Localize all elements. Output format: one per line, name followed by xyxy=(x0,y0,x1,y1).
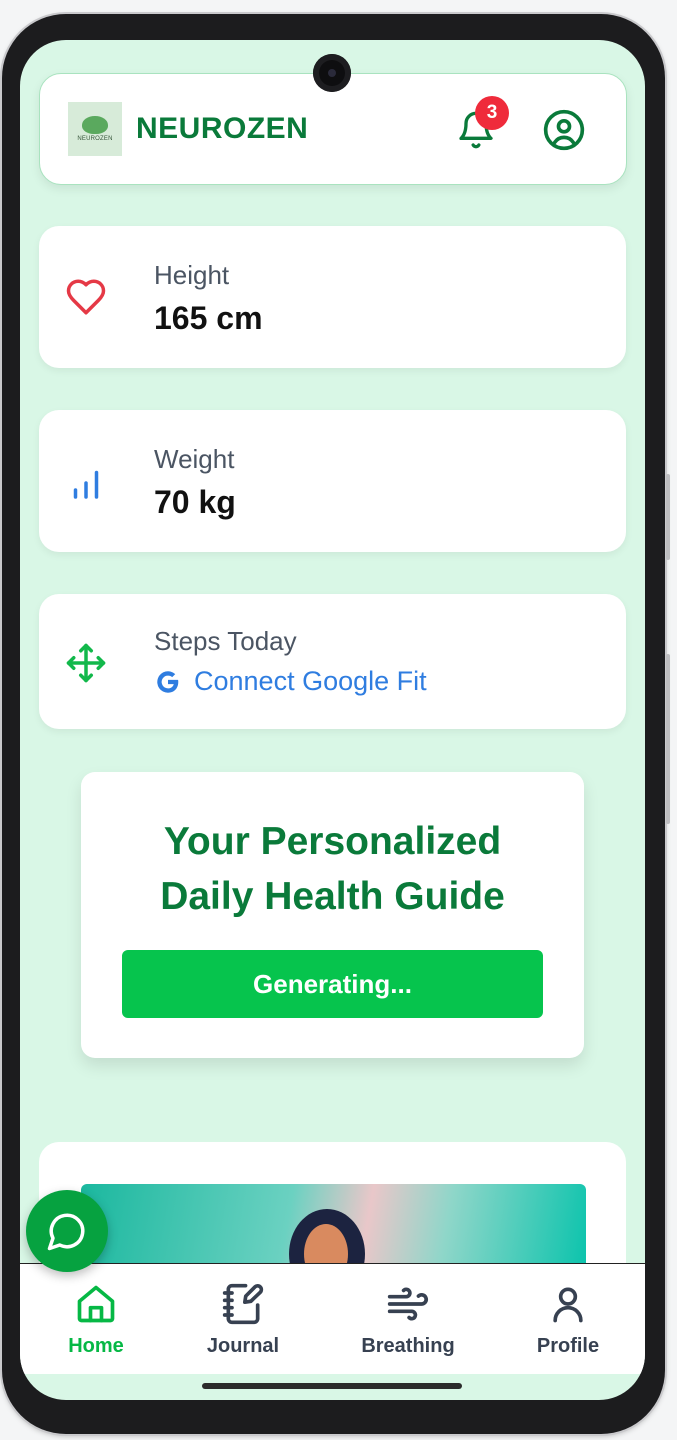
health-guide-card: Your Personalized Daily Health Guide Gen… xyxy=(81,772,584,1058)
generate-guide-button[interactable]: Generating... xyxy=(122,950,543,1018)
weight-value: 70 kg xyxy=(154,484,236,520)
volume-button xyxy=(666,474,670,560)
wind-icon xyxy=(387,1287,429,1321)
app-title: NEUROZEN xyxy=(136,112,309,145)
google-icon xyxy=(157,670,179,693)
bar-chart-icon xyxy=(73,470,99,499)
account-icon[interactable] xyxy=(542,108,586,152)
tab-journal[interactable]: Journal xyxy=(183,1282,303,1358)
app-logo[interactable]: NEUROZEN xyxy=(68,102,122,156)
move-icon xyxy=(66,643,106,683)
guide-title-line1: Your Personalized xyxy=(163,820,502,863)
tab-profile[interactable]: Profile xyxy=(508,1282,628,1358)
logo-text: NEUROZEN xyxy=(77,136,113,142)
home-icon xyxy=(77,1285,115,1323)
notification-badge: 3 xyxy=(475,96,509,130)
tab-breathing-label: Breathing xyxy=(361,1335,455,1357)
steps-card: Steps Today Connect Google Fit xyxy=(39,594,626,729)
weight-label: Weight xyxy=(154,444,235,474)
heart-icon xyxy=(66,279,106,315)
message-circle-icon xyxy=(47,1213,85,1251)
tab-journal-label: Journal xyxy=(206,1335,280,1357)
height-label: Height xyxy=(154,260,230,290)
tab-home-label: Home xyxy=(68,1335,124,1357)
brain-icon xyxy=(82,116,108,134)
home-indicator xyxy=(202,1383,462,1389)
height-value: 165 cm xyxy=(154,300,263,336)
tab-breathing[interactable]: Breathing xyxy=(348,1282,468,1358)
guide-title-line2: Daily Health Guide xyxy=(160,875,505,918)
front-camera xyxy=(313,54,351,92)
chat-button[interactable] xyxy=(26,1190,108,1272)
guide-title: Your Personalized Daily Health Guide xyxy=(81,814,584,924)
height-card: Height 165 cm xyxy=(39,226,626,368)
steps-label: Steps Today xyxy=(154,626,297,656)
weight-card: Weight 70 kg xyxy=(39,410,626,552)
power-button xyxy=(666,654,670,824)
connect-google-fit-link[interactable]: Connect Google Fit xyxy=(154,666,427,697)
bottom-nav: Home Journal Breathing Profile xyxy=(20,1263,645,1374)
user-icon xyxy=(553,1287,583,1323)
connect-google-fit-label: Connect Google Fit xyxy=(194,666,427,696)
tab-profile-label: Profile xyxy=(536,1335,600,1357)
journal-icon xyxy=(222,1283,264,1325)
tab-home[interactable]: Home xyxy=(36,1282,156,1358)
app-screen: NEUROZEN NEUROZEN 3 Height 165 cm Weight… xyxy=(20,40,645,1400)
